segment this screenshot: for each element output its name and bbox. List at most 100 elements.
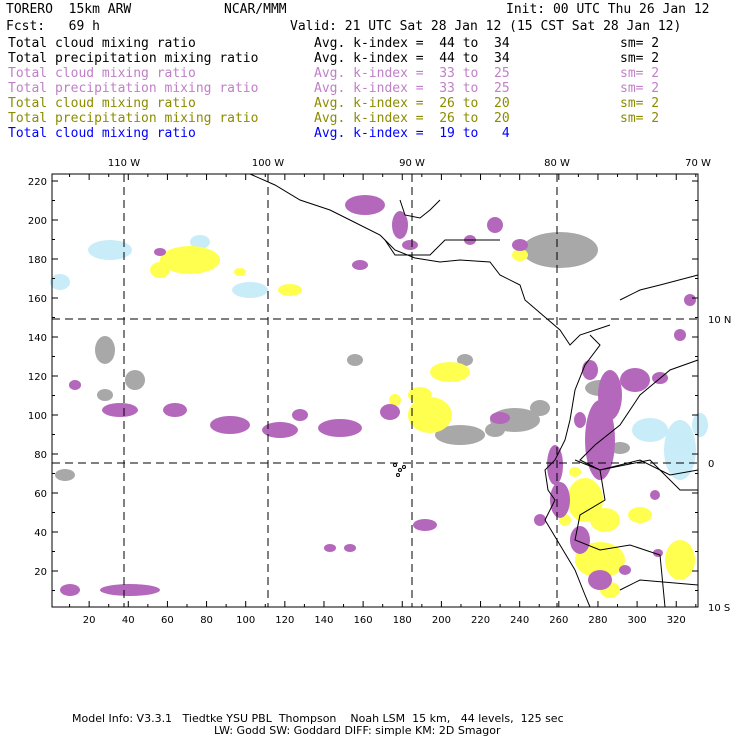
- field-contour: [60, 584, 80, 596]
- field-contour: [487, 217, 503, 233]
- x-tick-label: 40: [122, 615, 135, 626]
- y-tick-label: 60: [34, 489, 47, 500]
- x-tick-label: 60: [161, 615, 174, 626]
- x-tick-label: 240: [510, 615, 529, 626]
- field-contour: [352, 260, 368, 270]
- field-contour: [530, 400, 550, 416]
- field-contour: [163, 403, 187, 417]
- legend-field: Total cloud mixing ratio: [8, 66, 196, 81]
- longitude-label: 70 W: [685, 158, 711, 169]
- field-contour: [50, 274, 70, 290]
- field-contour: [588, 570, 612, 590]
- field-contour: [402, 240, 418, 250]
- legend-range: Avg. k-index = 26 to 20: [314, 96, 510, 111]
- field-contour: [154, 248, 166, 256]
- legend-sm: sm= 2: [620, 51, 660, 66]
- longitude-label: 100 W: [252, 158, 284, 169]
- field-contour: [55, 469, 75, 481]
- field-contour: [234, 268, 246, 276]
- legend-field: Total precipitation mixing ratio: [8, 51, 259, 66]
- x-tick-label: 20: [83, 615, 96, 626]
- legend-range: Avg. k-index = 33 to 25: [314, 66, 510, 81]
- x-tick-label: 80: [200, 615, 213, 626]
- x-tick-label: 160: [354, 615, 373, 626]
- island: [393, 463, 397, 467]
- y-tick-label: 180: [28, 255, 47, 266]
- x-tick-label: 280: [588, 615, 607, 626]
- y-tick-label: 40: [34, 528, 47, 539]
- field-contour: [97, 389, 113, 401]
- field-contour: [100, 584, 160, 596]
- field-contour: [522, 232, 598, 268]
- forecast-hour: Fcst: 69 h: [6, 19, 100, 34]
- legend-sm: sm= 2: [620, 96, 660, 111]
- x-tick-label: 320: [667, 615, 686, 626]
- field-contour: [550, 482, 570, 518]
- field-contour: [632, 418, 668, 442]
- field-contour: [232, 282, 268, 298]
- y-tick-label: 120: [28, 372, 47, 383]
- field-contour: [692, 413, 708, 437]
- field-contour: [318, 419, 362, 437]
- longitude-label: 80 W: [544, 158, 570, 169]
- map-plot: 20 40 60 80 100 120 140 160 180 200 220 240 260 280 30…: [28, 158, 731, 626]
- field-contour: [582, 360, 598, 380]
- field-contour: [512, 239, 528, 251]
- x-tick-label: 100: [236, 615, 255, 626]
- field-contour: [569, 467, 581, 477]
- x-tick-label: 180: [393, 615, 412, 626]
- y-tick-label: 80: [34, 450, 47, 461]
- x-tick-label: 200: [432, 615, 451, 626]
- field-contour: [262, 422, 298, 438]
- field-contour: [324, 544, 336, 552]
- field-contour: [574, 412, 586, 428]
- longitude-label: 90 W: [399, 158, 425, 169]
- valid-time: Valid: 21 UTC Sat 28 Jan 12 (15 CST Sat …: [290, 19, 682, 34]
- field-contour: [628, 507, 652, 523]
- x-tick-label: 140: [314, 615, 333, 626]
- legend-field: Total precipitation mixing ratio: [8, 111, 259, 126]
- field-contour: [665, 540, 695, 580]
- field-contour: [413, 519, 437, 531]
- model-info-line2: LW: Godd SW: Goddard DIFF: simple KM: 2D…: [214, 724, 501, 737]
- field-contour: [620, 368, 650, 392]
- field-contour: [380, 404, 400, 420]
- x-tick-label: 260: [549, 615, 568, 626]
- field-contour: [95, 336, 115, 364]
- field-contour: [674, 329, 686, 341]
- y-tick-label: 160: [28, 294, 47, 305]
- field-contour: [292, 409, 308, 421]
- field-contour: [88, 240, 132, 260]
- field-contour: [125, 370, 145, 390]
- legend-range: Avg. k-index = 44 to 34: [314, 51, 510, 66]
- field-contour: [408, 397, 452, 433]
- field-contour: [150, 262, 170, 278]
- legend-range: Avg. k-index = 26 to 20: [314, 111, 510, 126]
- y-tick-label: 220: [28, 177, 47, 188]
- coastline: [619, 579, 699, 591]
- field-contour: [619, 565, 631, 575]
- legend-field: Total cloud mixing ratio: [8, 96, 196, 111]
- legend-sm: sm= 2: [620, 36, 660, 51]
- x-tick-label: 120: [275, 615, 294, 626]
- init-time: Init: 00 UTC Thu 26 Jan 12: [506, 2, 710, 17]
- legend-range: Avg. k-index = 44 to 34: [314, 36, 510, 51]
- legend-field: Total precipitation mixing ratio: [8, 81, 259, 96]
- y-tick-label: 140: [28, 333, 47, 344]
- legend-field: Total cloud mixing ratio: [8, 36, 196, 51]
- model-title: TORERO 15km ARW: [6, 2, 132, 17]
- latitude-label: 10 N: [708, 315, 731, 326]
- legend-sm: sm= 2: [620, 66, 660, 81]
- legend-field: Total cloud mixing ratio: [8, 126, 196, 141]
- field-contour: [570, 526, 590, 554]
- field-contour: [684, 294, 696, 306]
- field-contour: [590, 508, 620, 532]
- field-contour: [650, 490, 660, 500]
- field-contour: [210, 416, 250, 434]
- field-contour: [534, 514, 546, 526]
- island: [396, 473, 400, 477]
- island: [402, 465, 406, 469]
- y-tick-label: 200: [28, 216, 47, 227]
- legend-range: Avg. k-index = 19 to 4: [314, 126, 510, 141]
- y-tick-label: 100: [28, 411, 47, 422]
